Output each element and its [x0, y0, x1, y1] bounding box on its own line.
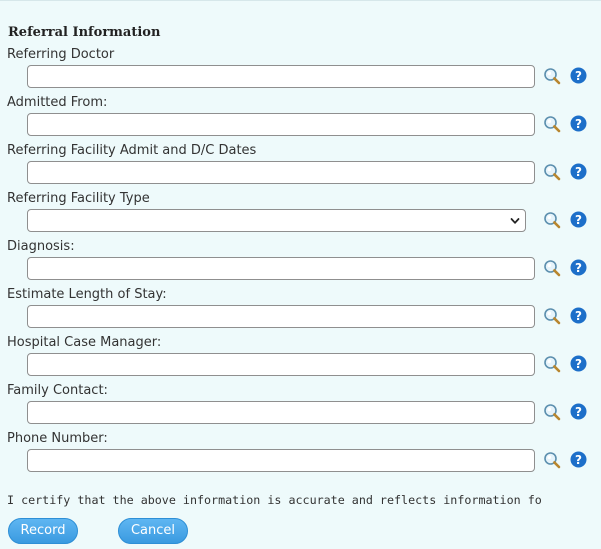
label-hospital-case-manager: Hospital Case Manager:: [7, 335, 162, 350]
phone-number-help-icon[interactable]: ?: [570, 451, 587, 468]
referring-facility-dates-help-icon[interactable]: ?: [570, 163, 587, 180]
svg-text:?: ?: [575, 117, 582, 131]
admitted-from-help-icon[interactable]: ?: [570, 115, 587, 132]
label-family-contact: Family Contact:: [7, 383, 108, 398]
diagnosis-input[interactable]: [27, 257, 535, 280]
svg-text:?: ?: [575, 69, 582, 83]
referring-facility-type-select[interactable]: [27, 209, 526, 232]
family-contact-input[interactable]: [27, 401, 535, 424]
label-estimate-length-of-stay: Estimate Length of Stay:: [7, 287, 167, 302]
svg-text:?: ?: [575, 261, 582, 275]
certification-text: I certify that the above information is …: [7, 493, 542, 507]
cancel-button[interactable]: Cancel: [118, 518, 188, 544]
svg-text:?: ?: [575, 357, 582, 371]
admitted-from-input[interactable]: [27, 113, 535, 136]
top-divider: [0, 0, 601, 1]
estimate-length-of-stay-lookup-icon[interactable]: [543, 307, 561, 325]
svg-text:?: ?: [575, 309, 582, 323]
phone-number-input[interactable]: [27, 449, 535, 472]
chevron-down-icon: [510, 218, 520, 224]
referring-facility-dates-lookup-icon[interactable]: [543, 163, 561, 181]
hospital-case-manager-input[interactable]: [27, 353, 535, 376]
hospital-case-manager-lookup-icon[interactable]: [543, 355, 561, 373]
svg-text:?: ?: [575, 165, 582, 179]
referring-facility-type-help-icon[interactable]: ?: [570, 211, 587, 228]
estimate-length-of-stay-help-icon[interactable]: ?: [570, 307, 587, 324]
estimate-length-of-stay-input[interactable]: [27, 305, 535, 328]
record-button[interactable]: Record: [8, 518, 78, 544]
svg-text:?: ?: [575, 405, 582, 419]
referring-doctor-input[interactable]: [27, 65, 535, 88]
referring-facility-type-lookup-icon[interactable]: [543, 211, 561, 229]
svg-text:?: ?: [575, 213, 582, 227]
admitted-from-lookup-icon[interactable]: [543, 115, 561, 133]
referring-doctor-help-icon[interactable]: ?: [570, 67, 587, 84]
label-admitted-from: Admitted From:: [7, 95, 108, 110]
hospital-case-manager-help-icon[interactable]: ?: [570, 355, 587, 372]
section-title: Referral Information: [8, 25, 161, 40]
diagnosis-lookup-icon[interactable]: [543, 259, 561, 277]
svg-text:?: ?: [575, 453, 582, 467]
referring-doctor-lookup-icon[interactable]: [543, 67, 561, 85]
label-referring-facility-dates: Referring Facility Admit and D/C Dates: [7, 143, 257, 158]
phone-number-lookup-icon[interactable]: [543, 451, 561, 469]
referring-facility-dates-input[interactable]: [27, 161, 535, 184]
family-contact-help-icon[interactable]: ?: [570, 403, 587, 420]
family-contact-lookup-icon[interactable]: [543, 403, 561, 421]
label-referring-doctor: Referring Doctor: [7, 47, 115, 62]
diagnosis-help-icon[interactable]: ?: [570, 259, 587, 276]
label-diagnosis: Diagnosis:: [7, 239, 75, 254]
label-phone-number: Phone Number:: [7, 431, 108, 446]
label-referring-facility-type: Referring Facility Type: [7, 191, 150, 206]
